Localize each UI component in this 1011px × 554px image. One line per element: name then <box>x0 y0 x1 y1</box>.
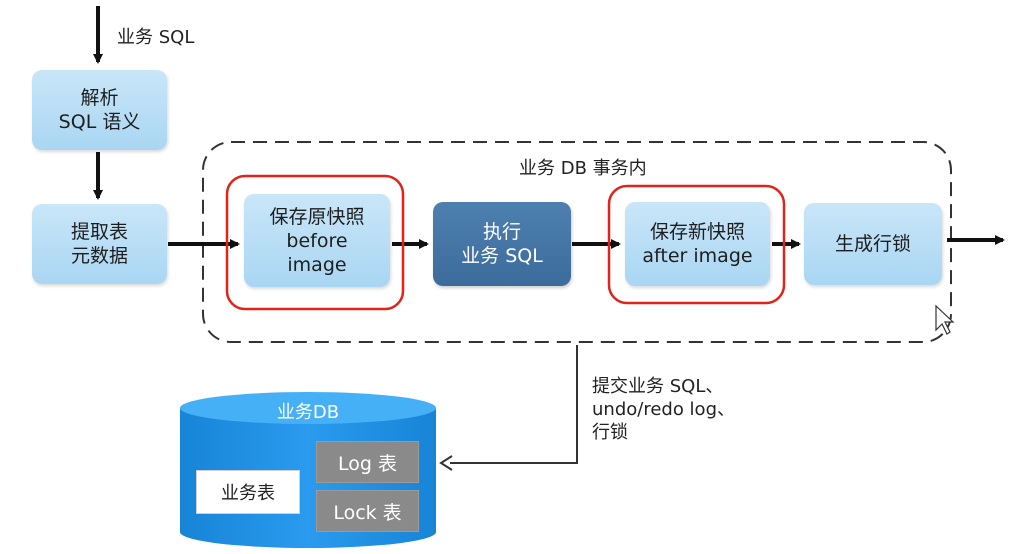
commit-label: 提交业务 SQL、 undo/redo log、 行锁 <box>592 376 735 443</box>
business-table: 业务表 <box>196 470 300 514</box>
input-sql-label: 业务 SQL <box>117 27 195 48</box>
extract-metadata-step: 提取表 元数据 <box>32 204 167 284</box>
generate-row-lock-step: 生成行锁 <box>804 203 942 285</box>
mouse-cursor-icon <box>935 304 955 335</box>
execute-sql-step: 执行 业务 SQL <box>433 202 571 286</box>
lock-table: Lock 表 <box>316 490 419 532</box>
parse-sql-step: 解析 SQL 语义 <box>32 70 167 150</box>
before-image-step: 保存原快照 before image <box>244 194 390 287</box>
log-table: Log 表 <box>316 441 419 483</box>
after-image-step: 保存新快照 after image <box>625 202 770 286</box>
commit-connector <box>450 345 578 464</box>
transaction-label: 业务 DB 事务内 <box>519 158 647 179</box>
database-title: 业务DB <box>276 402 340 423</box>
